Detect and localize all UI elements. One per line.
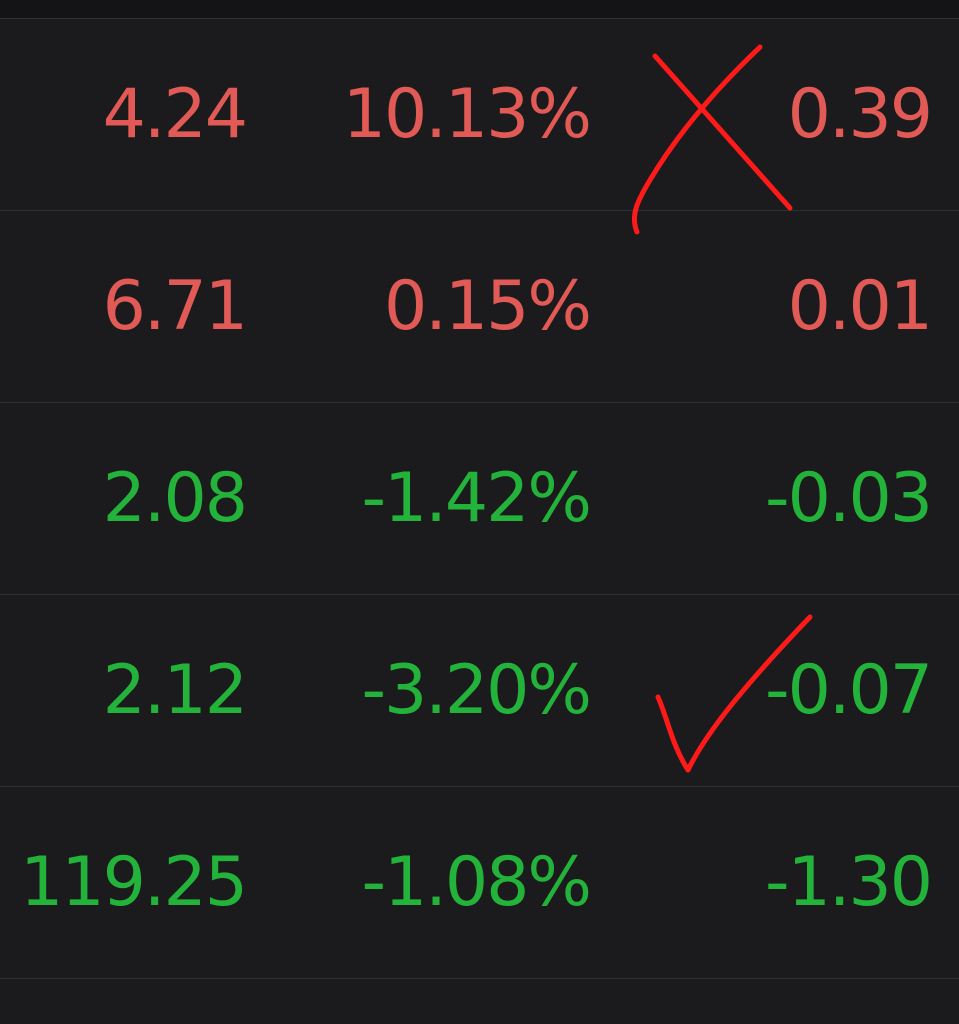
price-cell: 4.24 [102,75,248,154]
table-row[interactable]: 2.12 -3.20% -0.07 [0,595,959,787]
list-top-edge [0,0,959,19]
change-percent-cell: -3.20% [361,651,592,730]
change-percent-cell: -1.08% [361,843,592,922]
change-amount-cell: -0.03 [765,459,933,538]
change-percent-cell: -1.42% [361,459,592,538]
change-amount-cell: 0.39 [787,75,933,154]
change-percent-cell: 10.13% [342,75,592,154]
change-amount-cell: 0.01 [787,267,933,346]
table-row[interactable]: 119.25 -1.08% -1.30 [0,787,959,979]
table-row[interactable]: 2.08 -1.42% -0.03 [0,403,959,595]
change-amount-cell: -1.30 [765,843,933,922]
table-row[interactable]: 6.71 0.15% 0.01 [0,211,959,403]
change-percent-cell: 0.15% [383,267,592,346]
price-cell: 119.25 [20,843,248,922]
price-cell: 6.71 [102,267,248,346]
price-cell: 2.08 [102,459,248,538]
table-row[interactable]: 4.24 10.13% 0.39 [0,19,959,211]
change-amount-cell: -0.07 [765,651,933,730]
stock-quote-list: 4.24 10.13% 0.39 6.71 0.15% 0.01 2.08 -1… [0,0,959,1024]
price-cell: 2.12 [102,651,248,730]
